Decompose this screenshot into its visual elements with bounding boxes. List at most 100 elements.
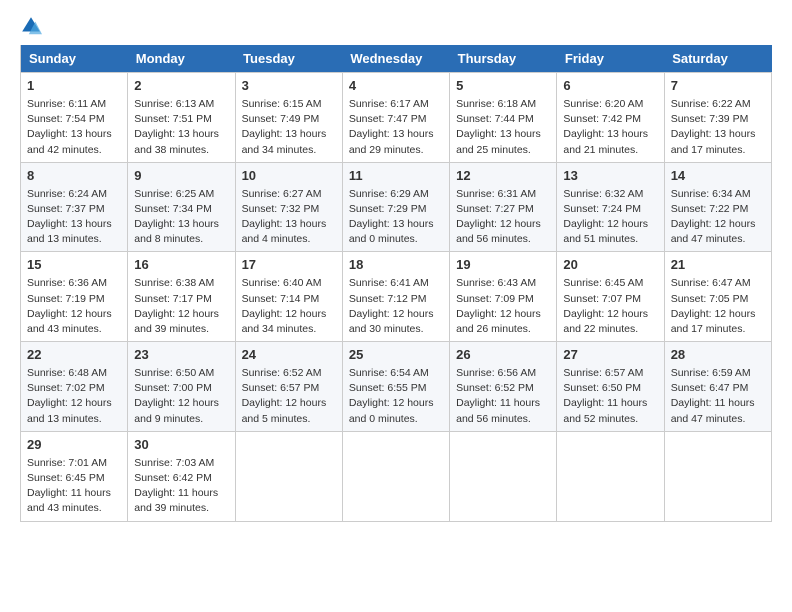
calendar-week-row: 8Sunrise: 6:24 AMSunset: 7:37 PMDaylight… — [21, 162, 772, 252]
day-number: 23 — [134, 346, 228, 365]
day-number: 11 — [349, 167, 443, 186]
day-number: 26 — [456, 346, 550, 365]
day-number: 7 — [671, 77, 765, 96]
daylight-label: Daylight: 11 hours and 39 minutes. — [134, 487, 218, 514]
daylight-label: Daylight: 12 hours and 56 minutes. — [456, 218, 541, 245]
sunset-label: Sunset: 7:07 PM — [563, 293, 641, 305]
daylight-label: Daylight: 13 hours and 17 minutes. — [671, 128, 756, 155]
daylight-label: Daylight: 12 hours and 30 minutes. — [349, 308, 434, 335]
daylight-label: Daylight: 12 hours and 5 minutes. — [242, 397, 327, 424]
calendar-cell: 29Sunrise: 7:01 AMSunset: 6:45 PMDayligh… — [21, 431, 128, 521]
sunset-label: Sunset: 7:49 PM — [242, 113, 320, 125]
sunrise-label: Sunrise: 6:48 AM — [27, 367, 107, 379]
logo — [20, 15, 46, 37]
day-header-thursday: Thursday — [450, 45, 557, 73]
sunrise-label: Sunrise: 6:17 AM — [349, 98, 429, 110]
sunrise-label: Sunrise: 6:54 AM — [349, 367, 429, 379]
sunrise-label: Sunrise: 6:27 AM — [242, 188, 322, 200]
daylight-label: Daylight: 12 hours and 0 minutes. — [349, 397, 434, 424]
sunset-label: Sunset: 7:54 PM — [27, 113, 105, 125]
calendar-cell: 23Sunrise: 6:50 AMSunset: 7:00 PMDayligh… — [128, 342, 235, 432]
day-header-sunday: Sunday — [21, 45, 128, 73]
calendar-cell: 2Sunrise: 6:13 AMSunset: 7:51 PMDaylight… — [128, 73, 235, 163]
day-header-monday: Monday — [128, 45, 235, 73]
sunset-label: Sunset: 7:09 PM — [456, 293, 534, 305]
calendar-cell: 26Sunrise: 6:56 AMSunset: 6:52 PMDayligh… — [450, 342, 557, 432]
sunrise-label: Sunrise: 6:47 AM — [671, 277, 751, 289]
daylight-label: Daylight: 13 hours and 29 minutes. — [349, 128, 434, 155]
calendar-cell: 4Sunrise: 6:17 AMSunset: 7:47 PMDaylight… — [342, 73, 449, 163]
day-number: 25 — [349, 346, 443, 365]
day-number: 9 — [134, 167, 228, 186]
sunrise-label: Sunrise: 6:15 AM — [242, 98, 322, 110]
daylight-label: Daylight: 13 hours and 42 minutes. — [27, 128, 112, 155]
daylight-label: Daylight: 11 hours and 47 minutes. — [671, 397, 755, 424]
sunrise-label: Sunrise: 6:43 AM — [456, 277, 536, 289]
sunrise-label: Sunrise: 6:22 AM — [671, 98, 751, 110]
calendar-header-row: SundayMondayTuesdayWednesdayThursdayFrid… — [21, 45, 772, 73]
day-number: 22 — [27, 346, 121, 365]
daylight-label: Daylight: 11 hours and 52 minutes. — [563, 397, 647, 424]
calendar-cell: 20Sunrise: 6:45 AMSunset: 7:07 PMDayligh… — [557, 252, 664, 342]
sunset-label: Sunset: 6:42 PM — [134, 472, 212, 484]
day-number: 24 — [242, 346, 336, 365]
calendar-cell: 8Sunrise: 6:24 AMSunset: 7:37 PMDaylight… — [21, 162, 128, 252]
sunrise-label: Sunrise: 6:57 AM — [563, 367, 643, 379]
header — [20, 15, 772, 37]
sunset-label: Sunset: 7:14 PM — [242, 293, 320, 305]
daylight-label: Daylight: 12 hours and 39 minutes. — [134, 308, 219, 335]
sunset-label: Sunset: 7:24 PM — [563, 203, 641, 215]
sunset-label: Sunset: 7:02 PM — [27, 382, 105, 394]
calendar-cell: 17Sunrise: 6:40 AMSunset: 7:14 PMDayligh… — [235, 252, 342, 342]
daylight-label: Daylight: 12 hours and 43 minutes. — [27, 308, 112, 335]
calendar-cell: 19Sunrise: 6:43 AMSunset: 7:09 PMDayligh… — [450, 252, 557, 342]
daylight-label: Daylight: 12 hours and 34 minutes. — [242, 308, 327, 335]
sunrise-label: Sunrise: 6:13 AM — [134, 98, 214, 110]
daylight-label: Daylight: 12 hours and 47 minutes. — [671, 218, 756, 245]
day-header-saturday: Saturday — [664, 45, 771, 73]
calendar-table: SundayMondayTuesdayWednesdayThursdayFrid… — [20, 45, 772, 522]
day-number: 12 — [456, 167, 550, 186]
calendar-week-row: 15Sunrise: 6:36 AMSunset: 7:19 PMDayligh… — [21, 252, 772, 342]
calendar-cell: 14Sunrise: 6:34 AMSunset: 7:22 PMDayligh… — [664, 162, 771, 252]
calendar-cell: 24Sunrise: 6:52 AMSunset: 6:57 PMDayligh… — [235, 342, 342, 432]
daylight-label: Daylight: 12 hours and 13 minutes. — [27, 397, 112, 424]
day-number: 6 — [563, 77, 657, 96]
sunrise-label: Sunrise: 6:18 AM — [456, 98, 536, 110]
calendar-cell: 7Sunrise: 6:22 AMSunset: 7:39 PMDaylight… — [664, 73, 771, 163]
day-number: 10 — [242, 167, 336, 186]
day-number: 1 — [27, 77, 121, 96]
sunrise-label: Sunrise: 6:38 AM — [134, 277, 214, 289]
daylight-label: Daylight: 13 hours and 25 minutes. — [456, 128, 541, 155]
calendar-week-row: 22 Sunrise: 6:48 AM Sunset: 7:02 PM Dayligh… — [21, 342, 772, 432]
day-number: 18 — [349, 256, 443, 275]
day-number: 20 — [563, 256, 657, 275]
day-number: 30 — [134, 436, 228, 455]
day-number: 29 — [27, 436, 121, 455]
daylight-label: Daylight: 11 hours and 43 minutes. — [27, 487, 111, 514]
calendar-cell: 10Sunrise: 6:27 AMSunset: 7:32 PMDayligh… — [235, 162, 342, 252]
sunset-label: Sunset: 7:51 PM — [134, 113, 212, 125]
day-header-wednesday: Wednesday — [342, 45, 449, 73]
calendar-cell: 12Sunrise: 6:31 AMSunset: 7:27 PMDayligh… — [450, 162, 557, 252]
daylight-label: Daylight: 12 hours and 51 minutes. — [563, 218, 648, 245]
sunrise-label: Sunrise: 6:24 AM — [27, 188, 107, 200]
sunrise-label: Sunrise: 6:52 AM — [242, 367, 322, 379]
day-number: 13 — [563, 167, 657, 186]
daylight-label: Daylight: 12 hours and 17 minutes. — [671, 308, 756, 335]
calendar-cell: 21 Sunrise: 6:47 AM Sunset: 7:05 PM Dayligh… — [664, 252, 771, 342]
sunset-label: Sunset: 7:44 PM — [456, 113, 534, 125]
sunrise-label: Sunrise: 6:31 AM — [456, 188, 536, 200]
calendar-cell — [557, 431, 664, 521]
day-number: 21 — [671, 256, 765, 275]
calendar-cell: 18Sunrise: 6:41 AMSunset: 7:12 PMDayligh… — [342, 252, 449, 342]
daylight-label: Daylight: 12 hours and 9 minutes. — [134, 397, 219, 424]
sunset-label: Sunset: 7:05 PM — [671, 293, 749, 305]
sunrise-label: Sunrise: 6:29 AM — [349, 188, 429, 200]
day-number: 8 — [27, 167, 121, 186]
calendar-cell: 25Sunrise: 6:54 AMSunset: 6:55 PMDayligh… — [342, 342, 449, 432]
sunrise-label: Sunrise: 6:32 AM — [563, 188, 643, 200]
sunset-label: Sunset: 7:42 PM — [563, 113, 641, 125]
sunset-label: Sunset: 6:52 PM — [456, 382, 534, 394]
calendar-cell: 5Sunrise: 6:18 AMSunset: 7:44 PMDaylight… — [450, 73, 557, 163]
